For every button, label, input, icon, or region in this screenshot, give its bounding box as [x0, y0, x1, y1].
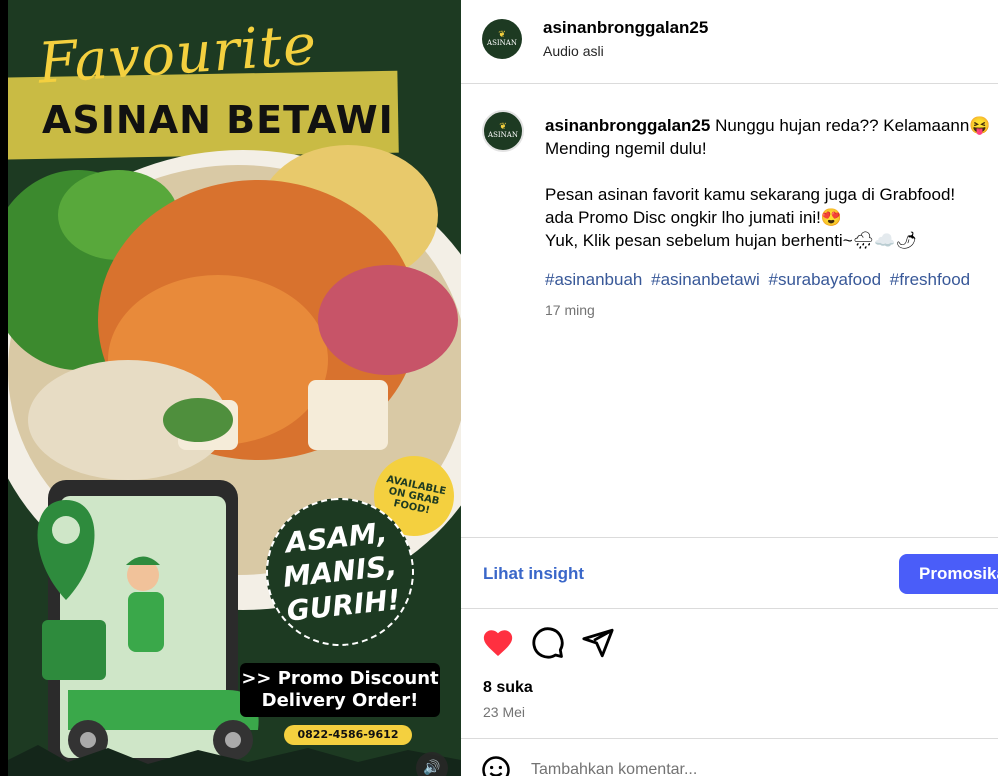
insight-bar: Lihat insight Promosikan [461, 537, 998, 609]
hashtag-link[interactable]: #surabayafood [769, 270, 881, 289]
hashtag-link[interactable]: #asinanbetawi [651, 270, 760, 289]
left-edge-strip [0, 0, 8, 776]
banner-title: ASINAN BETAWI [42, 98, 394, 142]
caption-line: ada Promo Disc ongkir lho jumati ini!😍 [545, 208, 843, 227]
header-username[interactable]: asinanbronggalan25 [543, 18, 708, 38]
crest-icon: ❦ [498, 30, 506, 40]
avatar[interactable]: ❦ ASINAN [482, 19, 522, 59]
action-bar [461, 620, 998, 664]
comment-bar [461, 738, 998, 776]
avatar-label: ASINAN [487, 39, 517, 47]
caption-line: Yuk, Klik pesan sebelum hujan berhenti~🌧… [545, 231, 917, 250]
hashtag-link[interactable]: #freshfood [890, 270, 970, 289]
emoji-icon[interactable] [481, 755, 511, 776]
caption-age: 17 ming [545, 302, 595, 318]
paper-plane-icon[interactable] [581, 626, 615, 660]
heart-filled-icon[interactable] [481, 626, 515, 660]
caption-line: Pesan asinan favorit kamu sekarang juga … [545, 185, 956, 204]
caption-avatar[interactable]: ❦ ASINAN [482, 110, 524, 152]
post-details-panel: ❦ ASINAN asinanbronggalan25 Audio asli ❦… [461, 0, 998, 776]
hashtag-link[interactable]: #asinanbuah [545, 270, 642, 289]
hashtag-list: #asinanbuah #asinanbetawi #surabayafood … [545, 270, 974, 290]
post-date: 23 Mei [483, 704, 526, 720]
promote-button[interactable]: Promosikan [899, 554, 998, 594]
comment-icon[interactable] [531, 626, 565, 660]
audio-label[interactable]: Audio asli [543, 43, 604, 59]
promo-banner: >> Promo Discount Delivery Order! [240, 663, 440, 717]
caption-line: Mending ngemil dulu! [545, 139, 707, 158]
view-insights-link[interactable]: Lihat insight [483, 564, 584, 584]
like-count[interactable]: 8 suka [483, 679, 533, 697]
phone-number: 0822-4586-9612 [284, 725, 412, 745]
caption-username[interactable]: asinanbronggalan25 [545, 116, 710, 135]
speaker-icon[interactable]: 🔊 [416, 752, 448, 776]
post-caption: asinanbronggalan25 Nunggu hujan reda?? K… [545, 114, 995, 252]
post-header: ❦ ASINAN asinanbronggalan25 Audio asli [461, 0, 998, 84]
post-media[interactable]: Favourite ASINAN BETAWI AVAILABLE ON GRA… [8, 0, 461, 776]
crest-icon: ❦ [499, 122, 507, 132]
comment-input[interactable] [531, 761, 931, 776]
caption-line: Nunggu hujan reda?? Kelamaann😝 [715, 116, 991, 135]
avatar-label: ASINAN [488, 131, 518, 139]
